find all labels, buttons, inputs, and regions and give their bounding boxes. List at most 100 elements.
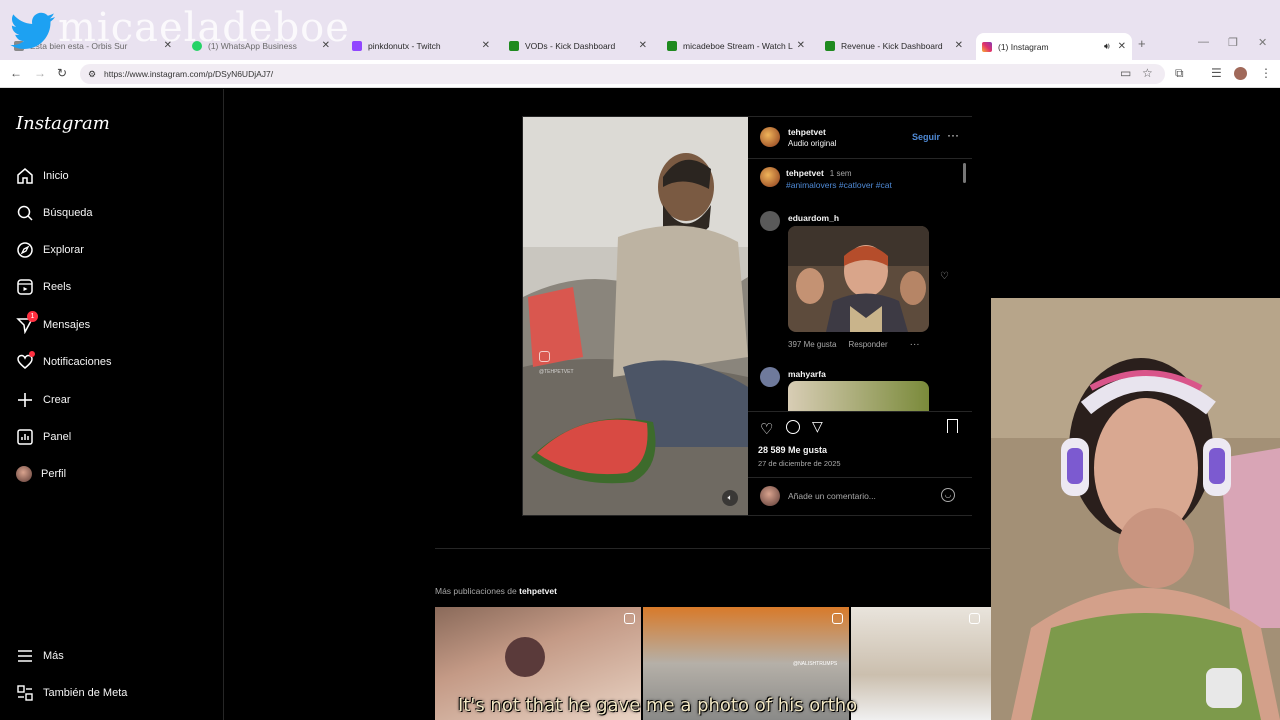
close-tab-icon[interactable]: ✕ — [797, 40, 805, 51]
author-avatar[interactable] — [760, 127, 780, 147]
compass-icon — [16, 241, 34, 259]
instagram-page: Instagram Inicio Búsqueda Explorar Reels… — [0, 89, 1280, 720]
instagram-favicon — [982, 41, 992, 52]
caption-header: tehpetvet 1 sem — [786, 168, 852, 178]
twitter-bird-icon — [10, 12, 56, 57]
more-posts-heading: Más publicaciones de tehpetvet — [435, 586, 557, 596]
sidebar-item-meta[interactable]: También de Meta — [16, 682, 127, 704]
video-watermark: @TEHPETVET — [539, 369, 574, 375]
notification-badge: 1 — [27, 311, 38, 322]
sidebar: Instagram Inicio Búsqueda Explorar Reels… — [0, 89, 224, 720]
section-divider — [435, 548, 990, 549]
install-app-icon[interactable]: ▭ — [1120, 66, 1131, 80]
comment-gif[interactable] — [788, 381, 929, 411]
profile-avatar[interactable] — [1234, 67, 1247, 80]
sidebar-item-mas[interactable]: Más — [16, 645, 64, 667]
comment-input[interactable]: Añade un comentario... — [788, 491, 876, 501]
emoji-icon[interactable]: ◡ — [941, 488, 955, 502]
url-field[interactable]: ⚙︎ https://www.instagram.com/p/DSyN6UDjA… — [80, 64, 1165, 84]
webcam-overlay — [991, 298, 1280, 720]
home-icon — [16, 167, 34, 185]
close-tab-icon[interactable]: ✕ — [955, 40, 963, 51]
sidebar-item-perfil[interactable]: Perfil — [16, 463, 66, 485]
comment-icon[interactable] — [786, 420, 800, 434]
tab-3[interactable]: pinkdonutx - Twitch ✕ — [346, 33, 496, 58]
profile-avatar — [16, 466, 32, 482]
new-tab-button[interactable]: + — [1138, 36, 1146, 51]
forward-icon[interactable]: → — [34, 66, 46, 80]
reel-icon — [832, 613, 843, 624]
address-bar: ← → ↻ ⚙︎ https://www.instagram.com/p/DSy… — [0, 60, 1280, 88]
comments-scrollbar[interactable] — [963, 163, 966, 183]
plus-icon — [16, 391, 34, 409]
sidebar-item-notificaciones[interactable]: Notificaciones — [16, 351, 111, 373]
tab-6[interactable]: Revenue - Kick Dashboard ✕ — [819, 33, 969, 58]
post-sidebar: tehpetvet Audio original Seguir ··· tehp… — [748, 117, 972, 515]
reload-icon[interactable]: ↻ — [57, 66, 67, 80]
likes-count[interactable]: 28 589 Me gusta — [758, 445, 827, 455]
reel-icon — [624, 613, 635, 624]
speaker-icon[interactable]: 🔊︎ — [1104, 41, 1110, 52]
more-post-thumb[interactable] — [851, 607, 991, 720]
close-tab-icon[interactable]: ✕ — [639, 40, 647, 51]
media-control-icon[interactable]: ☰ — [1211, 66, 1222, 80]
comment-username[interactable]: mahyarfa — [788, 369, 826, 379]
menu-kebab-icon[interactable]: ⋮ — [1260, 66, 1272, 80]
kick-favicon — [667, 40, 677, 51]
sidebar-item-busqueda[interactable]: Búsqueda — [16, 202, 93, 224]
bookmark-star-icon[interactable]: ☆ — [1142, 66, 1153, 80]
extensions-icon[interactable]: ⧉ — [1175, 66, 1184, 81]
follow-button[interactable]: Seguir — [912, 132, 940, 142]
meta-icon — [16, 684, 34, 702]
sidebar-item-reels[interactable]: Reels — [16, 276, 71, 298]
audio-label[interactable]: Audio original — [788, 139, 836, 148]
messenger-icon: 1 — [16, 311, 38, 335]
menu-icon — [16, 647, 34, 665]
comments-list[interactable]: tehpetvet 1 sem #animalovers #catlover #… — [748, 159, 972, 411]
kick-favicon — [509, 40, 519, 51]
sidebar-item-inicio[interactable]: Inicio — [16, 165, 69, 187]
minimize-button[interactable]: — — [1198, 36, 1209, 48]
unread-dot — [29, 351, 35, 357]
comment-avatar[interactable] — [760, 211, 780, 231]
maximize-button[interactable]: ❐ — [1228, 36, 1238, 49]
sidebar-item-crear[interactable]: Crear — [16, 389, 71, 411]
author-avatar[interactable] — [760, 167, 780, 187]
thumb-watermark: @NALISHTRUMPS — [793, 661, 838, 667]
post-actions: ♡ ▽ 28 589 Me gusta 27 de diciembre de 2… — [748, 411, 972, 471]
instagram-logo[interactable]: Instagram — [16, 113, 110, 134]
search-icon — [16, 204, 34, 222]
dashboard-icon — [16, 428, 34, 446]
mute-toggle-icon[interactable]: 🔈︎ — [722, 490, 738, 506]
comment-options-icon[interactable]: ··· — [910, 339, 920, 350]
comment-avatar[interactable] — [760, 367, 780, 387]
sidebar-item-explorar[interactable]: Explorar — [16, 239, 84, 261]
comment-gif[interactable] — [788, 226, 929, 332]
save-icon[interactable] — [947, 419, 958, 433]
reel-icon — [969, 613, 980, 624]
tab-4[interactable]: VODs - Kick Dashboard ✕ — [503, 33, 653, 58]
comment-username[interactable]: eduardom_h — [788, 213, 839, 223]
close-tab-icon[interactable]: ✕ — [482, 40, 490, 51]
back-icon[interactable]: ← — [10, 66, 22, 80]
streamer-name-overlay: micaeladeboe — [58, 5, 350, 51]
stream-subtitle: It's not that he gave me a photo of his … — [458, 695, 858, 716]
heart-icon — [16, 351, 35, 371]
tab-instagram[interactable]: (1) Instagram 🔊︎ ✕ — [976, 33, 1132, 60]
more-options-icon[interactable]: ··· — [947, 128, 959, 142]
like-comment-icon[interactable]: ♡ — [940, 271, 949, 282]
author-username[interactable]: tehpetvet — [788, 127, 826, 137]
share-icon[interactable]: ▽ — [812, 418, 823, 435]
sidebar-item-mensajes[interactable]: 1 Mensajes — [16, 311, 90, 336]
post-video[interactable]: @TEHPETVET 🔈︎ — [523, 117, 748, 515]
like-icon[interactable]: ♡ — [760, 420, 773, 438]
caption-hashtags[interactable]: #animalovers #catlover #cat — [786, 180, 892, 190]
post-header: tehpetvet Audio original Seguir ··· — [748, 117, 972, 159]
close-tab-icon[interactable]: ✕ — [1118, 41, 1126, 52]
post-modal: @TEHPETVET 🔈︎ tehpetvet Audio original S… — [522, 116, 972, 516]
tab-5[interactable]: micadeboe Stream - Watch Live ✕ — [661, 33, 811, 58]
site-info-icon[interactable]: ⚙︎ — [88, 64, 96, 84]
close-window-button[interactable]: ✕ — [1258, 36, 1267, 49]
sidebar-item-panel[interactable]: Panel — [16, 426, 71, 448]
twitch-favicon — [352, 40, 362, 51]
